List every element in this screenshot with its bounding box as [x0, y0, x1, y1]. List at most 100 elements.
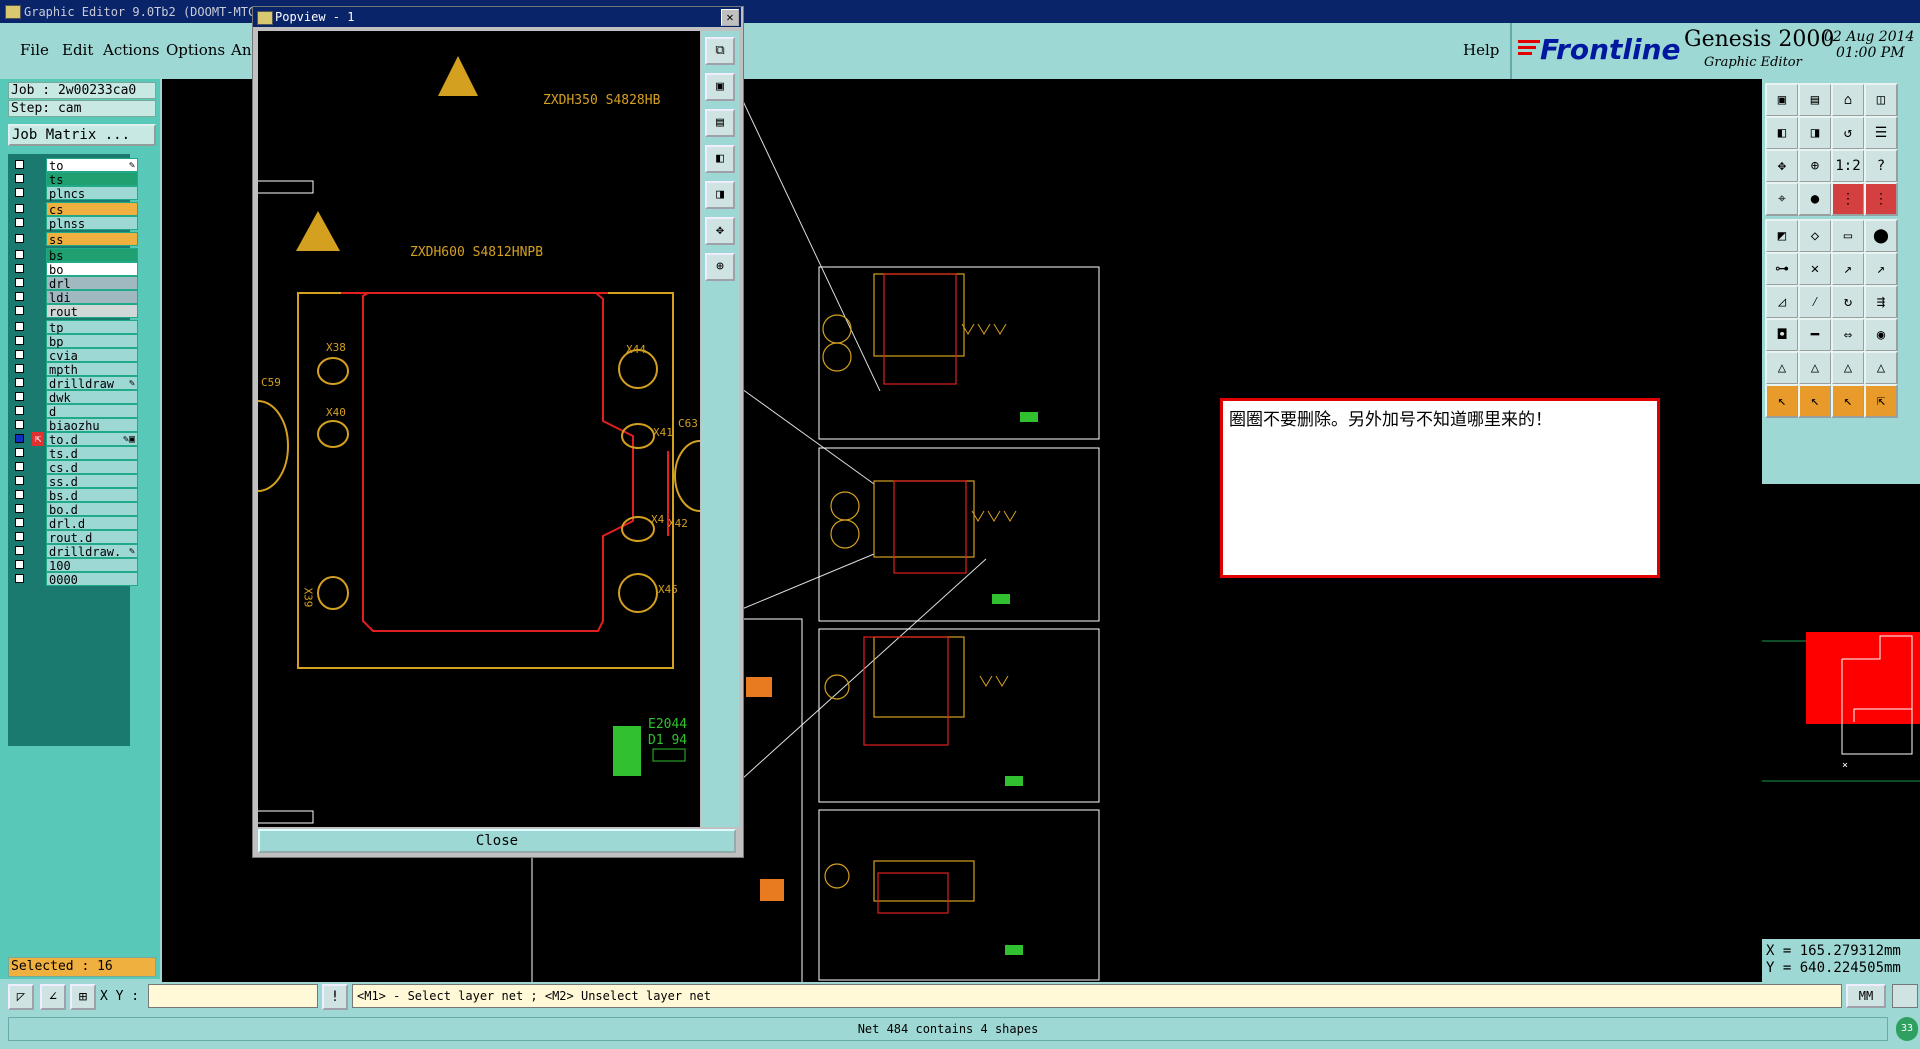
triangle-4-icon[interactable]: △	[1864, 351, 1898, 385]
layer-checkbox[interactable]	[15, 292, 24, 301]
layer-checkbox[interactable]	[15, 174, 24, 183]
menu-options[interactable]: Options	[166, 41, 225, 59]
layer-row[interactable]: tp	[12, 320, 138, 335]
zoom-next-icon[interactable]: ◨	[1798, 116, 1832, 150]
layer-checkbox[interactable]	[15, 476, 24, 485]
slash-icon[interactable]: ⁄	[1798, 285, 1832, 319]
layer-checkbox[interactable]	[15, 264, 24, 273]
layer-checkbox[interactable]	[15, 546, 24, 555]
select-arrow-icon[interactable]: ↗	[1831, 252, 1865, 286]
layer-checkbox[interactable]	[15, 392, 24, 401]
layer-checkbox[interactable]	[15, 234, 24, 243]
route-icon[interactable]: ⇶	[1864, 285, 1898, 319]
net-red-2-icon[interactable]: ⋮	[1864, 182, 1898, 216]
layer-row[interactable]: drl.d	[12, 516, 138, 531]
layer-checkbox[interactable]	[15, 188, 24, 197]
snap-icon[interactable]: ◸	[8, 984, 34, 1010]
measure-icon[interactable]: ⌖	[1765, 182, 1799, 216]
popview-tool-3-icon[interactable]: ▤	[705, 109, 735, 137]
copy-layer-icon[interactable]: ▣	[1765, 83, 1799, 117]
layer-checkbox[interactable]	[15, 518, 24, 527]
rotate-icon[interactable]: ↻	[1831, 285, 1865, 319]
delete-icon[interactable]: ✕	[1798, 252, 1832, 286]
pointer-4-icon[interactable]: ⇱	[1864, 384, 1898, 418]
pointer-2-icon[interactable]: ↖	[1798, 384, 1832, 418]
pointer-1-icon[interactable]: ↖	[1765, 384, 1799, 418]
layer-checkbox[interactable]	[15, 306, 24, 315]
layer-checkbox[interactable]	[15, 462, 24, 471]
layer-checkbox[interactable]	[15, 532, 24, 541]
layer-row[interactable]: ts	[12, 172, 138, 187]
layer-checkbox[interactable]	[15, 204, 24, 213]
popview-zoom-out-icon[interactable]: ✥	[705, 217, 735, 245]
popview-tool-1-icon[interactable]: ⧉	[705, 37, 735, 65]
zoom-center-icon[interactable]: ⊕	[1798, 149, 1832, 183]
layer-row[interactable]: ss	[12, 232, 138, 247]
popview-close-icon[interactable]: ✕	[721, 9, 739, 26]
move-layer-icon[interactable]: ▤	[1798, 83, 1832, 117]
help-icon[interactable]: ?	[1864, 149, 1898, 183]
popview-canvas[interactable]: ZXDH350 S4828HB ZXDH600 S4812HNPB C59 C6…	[257, 31, 701, 827]
menu-file[interactable]: File	[20, 41, 49, 59]
layer-row[interactable]: dwk	[12, 390, 138, 405]
layer-checkbox[interactable]	[15, 434, 24, 443]
triangle-3-icon[interactable]: △	[1831, 351, 1865, 385]
layer-row[interactable]: ss.d	[12, 474, 138, 489]
layer-row[interactable]: bo.d	[12, 502, 138, 517]
angle-icon[interactable]: ∠	[40, 984, 66, 1010]
popview-tool-4-icon[interactable]: ◧	[705, 145, 735, 173]
pointer-3-icon[interactable]: ↖	[1831, 384, 1865, 418]
select-arrow-2-icon[interactable]: ↗	[1864, 252, 1898, 286]
layer-row[interactable]: ldi	[12, 290, 138, 305]
xy-input[interactable]	[148, 984, 318, 1008]
layer-checkbox[interactable]	[15, 406, 24, 415]
home-icon[interactable]: ⌂	[1831, 83, 1865, 117]
unit-arrow-icon[interactable]	[1892, 984, 1918, 1008]
layer-checkbox[interactable]	[15, 504, 24, 513]
unit-button[interactable]: MM	[1846, 984, 1886, 1008]
zoom-fit-icon[interactable]: ✥	[1765, 149, 1799, 183]
triangle-1-icon[interactable]: △	[1765, 351, 1799, 385]
layer-row[interactable]: plncs	[12, 186, 138, 201]
layer-row[interactable]: bo	[12, 262, 138, 277]
text-icon[interactable]: ▭	[1831, 219, 1865, 253]
layer-row[interactable]: bs	[12, 248, 138, 263]
layer-checkbox[interactable]	[15, 490, 24, 499]
pad-icon[interactable]: ●	[1798, 182, 1832, 216]
zoom-prev-icon[interactable]: ◧	[1765, 116, 1799, 150]
layer-row[interactable]: biaozhu	[12, 418, 138, 433]
circle-icon[interactable]: ⬤	[1864, 219, 1898, 253]
overview-map[interactable]: ×	[1762, 484, 1920, 939]
popview-tool-2-icon[interactable]: ▣	[705, 73, 735, 101]
layer-row[interactable]: bs.d	[12, 488, 138, 503]
layer-row[interactable]: cs	[12, 202, 138, 217]
popview-zoom-in-icon[interactable]: ⊕	[705, 253, 735, 281]
menu-help[interactable]: Help	[1463, 41, 1499, 59]
layer-checkbox[interactable]	[15, 364, 24, 373]
layer-row[interactable]: drilldraw ✎	[12, 376, 138, 391]
layer-row[interactable]: bp	[12, 334, 138, 349]
layer-checkbox[interactable]	[15, 218, 24, 227]
alert-icon[interactable]: !	[322, 984, 348, 1010]
split-view-icon[interactable]: ◫	[1864, 83, 1898, 117]
layer-row[interactable]: 100	[12, 558, 138, 573]
layer-row[interactable]: to ✎	[12, 158, 138, 173]
menu-edit[interactable]: Edit	[62, 41, 93, 59]
separator-icon[interactable]: ━	[1798, 318, 1832, 352]
layer-row[interactable]: plnss	[12, 216, 138, 231]
layer-row[interactable]: drl	[12, 276, 138, 291]
connect-icon[interactable]: ⊶	[1765, 252, 1799, 286]
layer-row[interactable]: cvia	[12, 348, 138, 363]
align-icon[interactable]: ⇔	[1831, 318, 1865, 352]
layer-row[interactable]: 0000	[12, 572, 138, 587]
layer-checkbox[interactable]	[15, 574, 24, 583]
job-matrix-button[interactable]: Job Matrix ...	[8, 124, 156, 146]
scale-1-2-icon[interactable]: 1:2	[1831, 149, 1865, 183]
add-feature-icon[interactable]: ◩	[1765, 219, 1799, 253]
popview-tool-5-icon[interactable]: ◨	[705, 181, 735, 209]
layer-checkbox[interactable]	[15, 278, 24, 287]
layers-icon[interactable]: ☰	[1864, 116, 1898, 150]
target-icon[interactable]: ◉	[1864, 318, 1898, 352]
layer-row[interactable]: rout	[12, 304, 138, 319]
layer-row[interactable]: d	[12, 404, 138, 419]
